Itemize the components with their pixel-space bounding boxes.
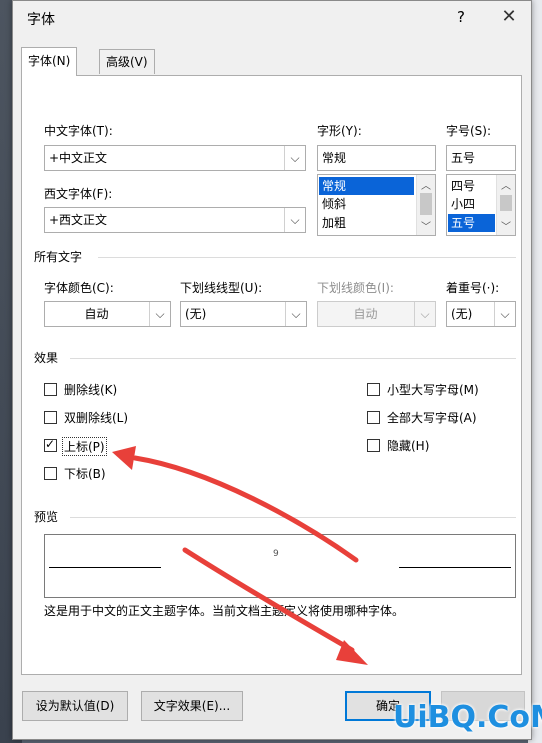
font-size-label: 字号(S): [446, 124, 492, 138]
preview-sample-text: 9 [273, 549, 279, 559]
text-effects-button[interactable]: 文字效果(E)... [141, 691, 243, 721]
tab-advanced[interactable]: 高级(V) [99, 49, 155, 74]
font-size-value: 五号 [451, 151, 476, 165]
all-caps-checkbox[interactable] [367, 411, 380, 424]
western-font-label: 西文字体(F): [44, 187, 113, 201]
underline-style-label: 下划线线型(U): [180, 281, 263, 295]
underline-style-value: (无) [185, 307, 207, 321]
watermark-logo: UiBQ.CoM [393, 700, 542, 735]
font-size-input[interactable]: 五号 [446, 145, 516, 171]
chevron-down-icon[interactable]: ﹀ [497, 218, 515, 233]
small-caps-label[interactable]: 小型大写字母(M) [387, 381, 479, 398]
double-strikethrough-label[interactable]: 双删除线(L) [64, 409, 128, 426]
emphasis-mark-value: (无) [451, 307, 473, 321]
preview-box: 9 [44, 534, 516, 598]
dialog-title: 字体 [27, 12, 55, 28]
chevron-down-icon[interactable]: ﹀ [417, 218, 435, 233]
western-font-combo[interactable]: +西文正文 ⌵ [44, 207, 306, 233]
font-size-option-4[interactable]: 四号 [448, 177, 475, 195]
font-style-option-regular[interactable]: 常规 [319, 177, 414, 195]
font-style-option-bold[interactable]: 加粗 [319, 214, 346, 232]
font-style-list[interactable]: 常规 倾斜 加粗 ︿ ﹀ [317, 174, 436, 236]
chinese-font-combo[interactable]: +中文正文 ⌵ [44, 145, 306, 171]
section-divider [70, 517, 516, 518]
scroll-thumb[interactable] [420, 193, 432, 215]
superscript-label[interactable]: 上标(P) [62, 437, 107, 456]
chevron-up-icon[interactable]: ︿ [497, 177, 515, 192]
small-caps-checkbox[interactable] [367, 383, 380, 396]
all-text-section-label: 所有文字 [34, 250, 83, 264]
underline-color-value: 自动 [353, 307, 378, 321]
emphasis-mark-label: 着重号(·): [446, 281, 500, 295]
chevron-up-icon[interactable]: ︿ [417, 177, 435, 192]
font-color-value: 自动 [84, 307, 109, 321]
font-color-label: 字体颜色(C): [44, 281, 114, 295]
close-button[interactable]: ✕ [497, 5, 521, 29]
font-style-option-italic[interactable]: 倾斜 [319, 195, 346, 213]
preview-section-label: 预览 [34, 510, 59, 524]
font-style-scrollbar[interactable]: ︿ ﹀ [416, 175, 435, 235]
preview-description: 这是用于中文的正文主题字体。当前文档主题定义将使用哪种字体。 [44, 604, 405, 618]
chevron-down-icon[interactable]: ⌵ [284, 208, 305, 232]
font-tab-panel: 中文字体(T): +中文正文 ⌵ 西文字体(F): +西文正文 ⌵ 字形(Y):… [21, 75, 522, 675]
font-dialog: 字体 ? ✕ 字体(N) 高级(V) 中文字体(T): +中文正文 ⌵ 西文字体… [12, 0, 532, 740]
strikethrough-label[interactable]: 删除线(K) [64, 381, 117, 398]
tab-font[interactable]: 字体(N) [21, 47, 78, 76]
font-style-value: 常规 [322, 151, 347, 165]
hidden-checkbox[interactable] [367, 439, 380, 452]
underline-color-label: 下划线颜色(I): [317, 281, 394, 295]
font-size-list[interactable]: 四号 小四 五号 ︿ ﹀ [446, 174, 516, 236]
underline-style-combo[interactable]: (无) ⌵ [180, 301, 307, 327]
section-divider [98, 257, 516, 258]
chevron-down-icon[interactable]: ⌵ [284, 146, 305, 170]
font-color-combo[interactable]: 自动 ⌵ [44, 301, 171, 327]
double-strikethrough-checkbox[interactable] [44, 411, 57, 424]
chevron-down-icon[interactable]: ⌵ [414, 302, 435, 326]
font-style-label: 字形(Y): [317, 124, 362, 138]
set-default-button[interactable]: 设为默认值(D) [22, 691, 128, 721]
scroll-thumb[interactable] [500, 195, 512, 211]
hidden-label[interactable]: 隐藏(H) [387, 437, 429, 454]
chevron-down-icon[interactable]: ⌵ [494, 302, 515, 326]
preview-baseline-left [49, 567, 161, 568]
western-font-value: +西文正文 [49, 213, 108, 227]
section-divider [70, 358, 516, 359]
all-caps-label[interactable]: 全部大写字母(A) [387, 409, 477, 426]
font-size-scrollbar[interactable]: ︿ ﹀ [496, 175, 515, 235]
subscript-label[interactable]: 下标(B) [64, 465, 106, 482]
preview-baseline-right [399, 567, 511, 568]
chevron-down-icon[interactable]: ⌵ [285, 302, 306, 326]
font-size-option-5[interactable]: 五号 [448, 214, 495, 232]
chinese-font-value: +中文正文 [49, 151, 108, 165]
chevron-down-icon[interactable]: ⌵ [149, 302, 170, 326]
font-style-input[interactable]: 常规 [317, 145, 436, 171]
font-size-option-small-4[interactable]: 小四 [448, 195, 475, 213]
emphasis-mark-combo[interactable]: (无) ⌵ [446, 301, 516, 327]
chinese-font-label: 中文字体(T): [44, 124, 113, 138]
strikethrough-checkbox[interactable] [44, 383, 57, 396]
subscript-checkbox[interactable] [44, 467, 57, 480]
help-button[interactable]: ? [449, 5, 473, 29]
underline-color-combo[interactable]: 自动 ⌵ [317, 301, 436, 327]
effects-section-label: 效果 [34, 351, 59, 365]
superscript-checkbox[interactable] [44, 437, 57, 452]
